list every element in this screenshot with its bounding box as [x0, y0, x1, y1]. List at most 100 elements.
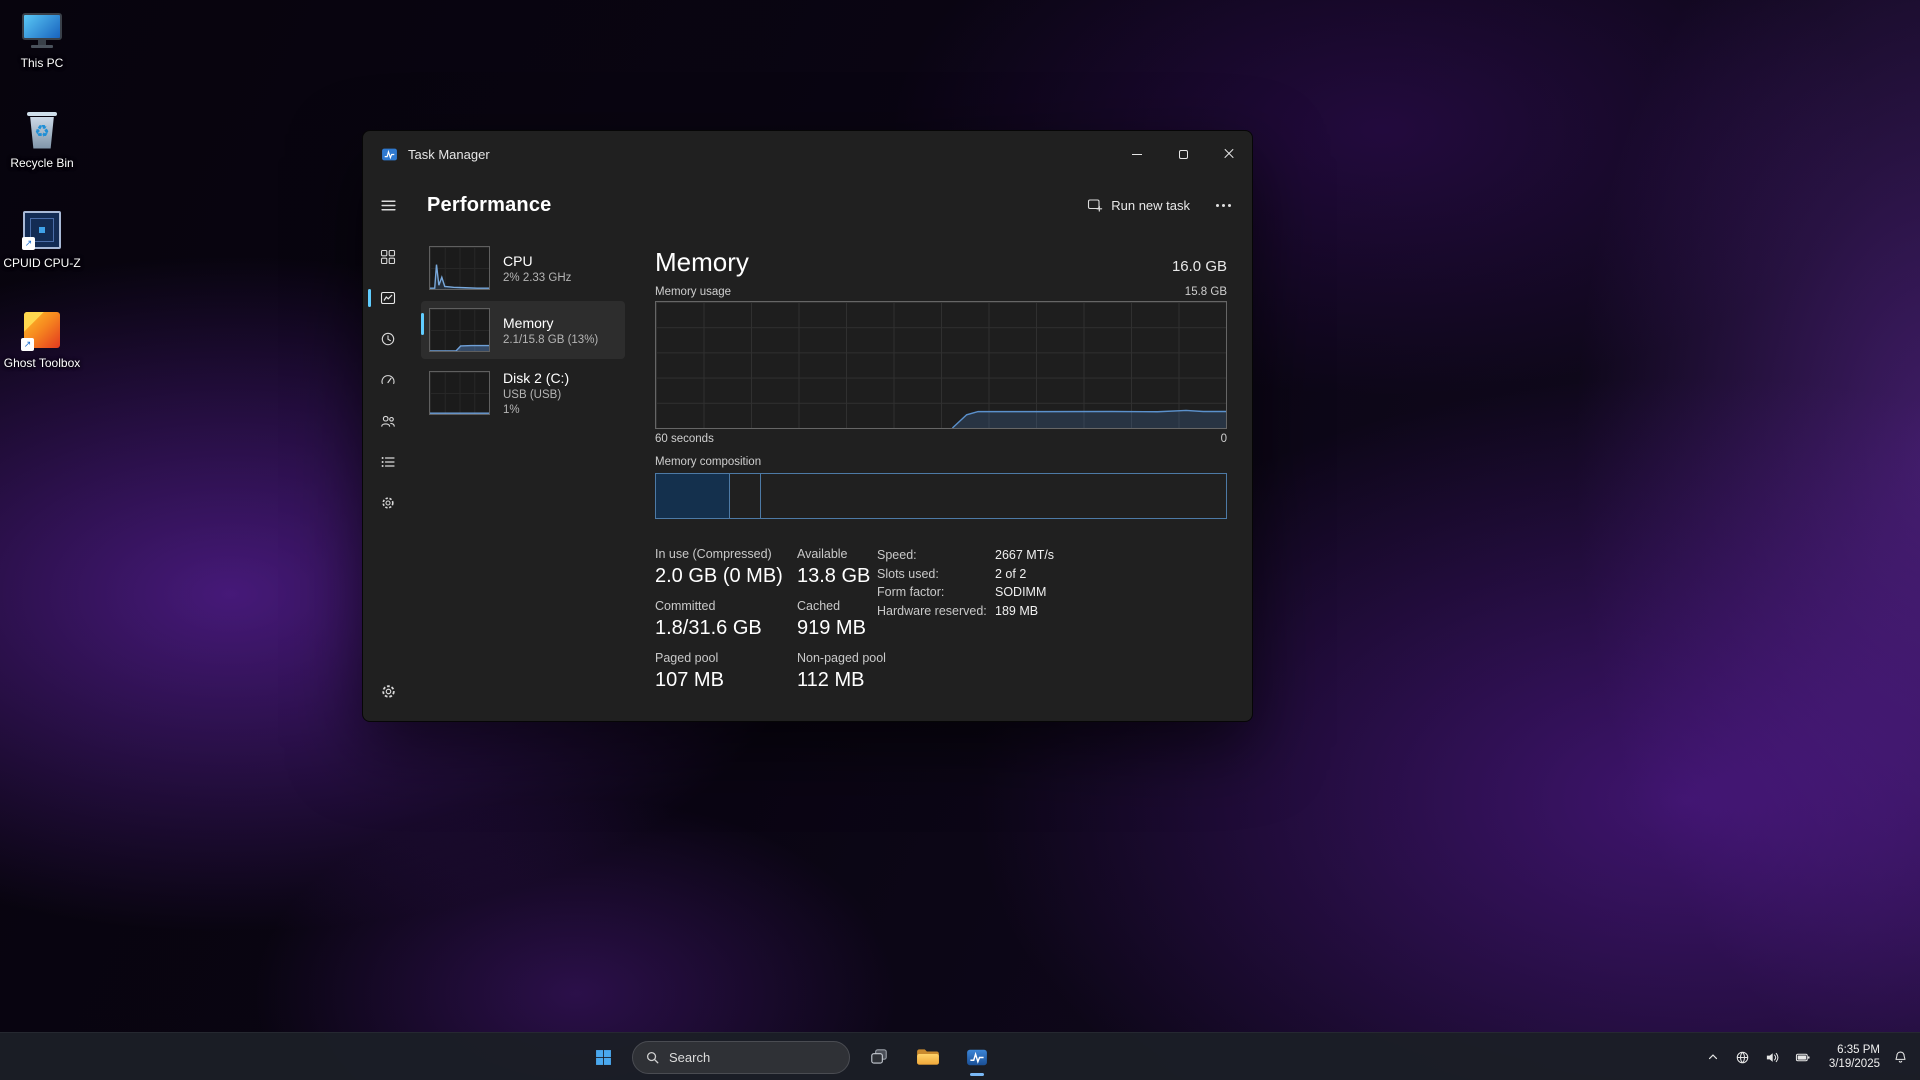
ghost-toolbox-icon: ↗: [24, 308, 60, 352]
memory-panel: Memory 16.0 GB Memory usage 15.8 GB 60 s…: [629, 233, 1252, 721]
task-manager-icon: [966, 1048, 988, 1067]
desktop-wallpaper: This PC ♻ Recycle Bin ↗ CPUID CPU-Z ↗: [0, 0, 1920, 1080]
desktop-icon-ghost-toolbox[interactable]: ↗ Ghost Toolbox: [0, 300, 84, 400]
perf-list-item-cpu[interactable]: CPU 2% 2.33 GHz: [421, 239, 625, 297]
run-new-task-button[interactable]: Run new task: [1075, 189, 1202, 221]
detail-hw-reserved-value: 189 MB: [995, 604, 1054, 618]
gauge-icon: [380, 372, 396, 388]
memory-stats: In use (Compressed) 2.0 GB (0 MB) Availa…: [655, 547, 1227, 692]
window-body: CPU 2% 2.33 GHz Memory 2.1/15.8 GB (13%)…: [363, 233, 1252, 721]
tray-overflow-button[interactable]: [1699, 1039, 1727, 1075]
more-options-button[interactable]: [1206, 189, 1240, 221]
task-view-button[interactable]: [859, 1037, 899, 1077]
cpu-z-icon: ↗: [23, 208, 61, 252]
clock-icon: [380, 331, 396, 347]
nav-performance[interactable]: [370, 280, 406, 316]
desktop-icon-recycle-bin[interactable]: ♻ Recycle Bin: [0, 100, 84, 200]
shortcut-arrow-icon: ↗: [22, 237, 35, 250]
close-button[interactable]: [1206, 131, 1252, 177]
navigation-rail: [363, 233, 413, 721]
cpu-thumbnail-graph: [429, 246, 490, 290]
memory-title: Memory: [655, 247, 749, 278]
recycle-symbol: ♻: [34, 124, 49, 141]
speaker-icon: [1765, 1050, 1780, 1065]
detail-slots-value: 2 of 2: [995, 567, 1054, 581]
page-header: Performance Run new task: [363, 177, 1252, 233]
nav-menu-button[interactable]: [370, 187, 406, 223]
detail-slots-label: Slots used:: [877, 567, 995, 581]
perf-list-item-disk2[interactable]: Disk 2 (C:) USB (USB) 1%: [421, 363, 625, 423]
desktop-icon-label: This PC: [21, 56, 64, 70]
desktop-icon-label: Ghost Toolbox: [4, 356, 81, 370]
memory-usage-graph: [655, 301, 1227, 429]
nav-startup-apps[interactable]: [370, 362, 406, 398]
minimize-button[interactable]: [1114, 131, 1160, 177]
perf-item-name: Disk 2 (C:): [503, 370, 569, 386]
composition-segment-0: [656, 474, 730, 518]
file-explorer-button[interactable]: [908, 1037, 948, 1077]
nav-processes[interactable]: [370, 239, 406, 275]
taskbar-center-group: Search: [583, 1033, 997, 1080]
nav-details[interactable]: [370, 444, 406, 480]
nav-app-history[interactable]: [370, 321, 406, 357]
processes-icon: [380, 249, 396, 265]
file-explorer-icon: [916, 1047, 940, 1067]
taskbar-clock[interactable]: 6:35 PM 3/19/2025: [1825, 1041, 1884, 1073]
battery-button[interactable]: [1789, 1039, 1817, 1075]
notification-bell-icon: [1893, 1050, 1908, 1065]
nav-services[interactable]: [370, 485, 406, 521]
page-title: Performance: [427, 194, 551, 217]
detail-form-factor-value: SODIMM: [995, 585, 1054, 599]
run-new-task-label: Run new task: [1111, 198, 1190, 213]
composition-segment-1: [730, 474, 761, 518]
hamburger-icon: [380, 197, 397, 214]
nav-settings[interactable]: [370, 673, 406, 709]
task-manager-taskbar-button[interactable]: [957, 1037, 997, 1077]
title-bar: Task Manager: [363, 131, 1252, 177]
run-new-task-icon: [1087, 197, 1103, 213]
desktop-icon-label: Recycle Bin: [10, 156, 73, 170]
window-controls: [1114, 131, 1252, 177]
taskbar-search[interactable]: Search: [632, 1041, 850, 1074]
volume-button[interactable]: [1759, 1039, 1787, 1075]
details-list-icon: [380, 454, 396, 470]
users-icon: [380, 413, 396, 429]
task-view-icon: [869, 1047, 889, 1067]
detail-form-factor-label: Form factor:: [877, 585, 995, 599]
desktop-icon-cpu-z[interactable]: ↗ CPUID CPU-Z: [0, 200, 84, 300]
perf-item-detail: 2% 2.33 GHz: [503, 272, 571, 284]
perf-item-name: Memory: [503, 315, 598, 331]
performance-list: CPU 2% 2.33 GHz Memory 2.1/15.8 GB (13%)…: [413, 233, 629, 721]
clock-time: 6:35 PM: [1829, 1043, 1880, 1057]
memory-hardware-details: Speed: 2667 MT/s Slots used: 2 of 2 Form…: [877, 548, 1054, 618]
stat-in-use: In use (Compressed) 2.0 GB (0 MB): [655, 547, 797, 588]
memory-usage-label: Memory usage: [655, 286, 731, 298]
network-globe-icon: [1735, 1050, 1750, 1065]
nav-users[interactable]: [370, 403, 406, 439]
desktop-icon-this-pc[interactable]: This PC: [0, 0, 84, 100]
start-button[interactable]: [583, 1037, 623, 1077]
detail-speed-value: 2667 MT/s: [995, 548, 1054, 562]
search-icon: [645, 1050, 660, 1065]
disk-thumbnail-graph: [429, 371, 490, 415]
maximize-icon: [1179, 150, 1188, 159]
composition-segment-2: [761, 474, 1226, 518]
perf-item-detail2: 1%: [503, 404, 569, 416]
maximize-button[interactable]: [1160, 131, 1206, 177]
network-button[interactable]: [1729, 1039, 1757, 1075]
perf-item-detail: USB (USB): [503, 389, 569, 401]
running-indicator: [970, 1073, 984, 1076]
detail-hw-reserved-label: Hardware reserved:: [877, 604, 995, 618]
axis-label-left: 60 seconds: [655, 433, 714, 445]
task-manager-window: Task Manager Performance: [362, 130, 1253, 722]
desktop-icon-column: This PC ♻ Recycle Bin ↗ CPUID CPU-Z ↗: [0, 0, 84, 400]
window-title: Task Manager: [408, 147, 490, 162]
notifications-button[interactable]: [1886, 1039, 1914, 1075]
memory-capacity: 16.0 GB: [1172, 258, 1227, 275]
services-gear-icon: [380, 495, 396, 511]
minimize-icon: [1132, 154, 1142, 155]
detail-speed-label: Speed:: [877, 548, 995, 562]
memory-scale-max: 15.8 GB: [1185, 286, 1227, 298]
perf-list-item-memory[interactable]: Memory 2.1/15.8 GB (13%): [421, 301, 625, 359]
stat-paged-pool: Paged pool 107 MB: [655, 651, 797, 692]
